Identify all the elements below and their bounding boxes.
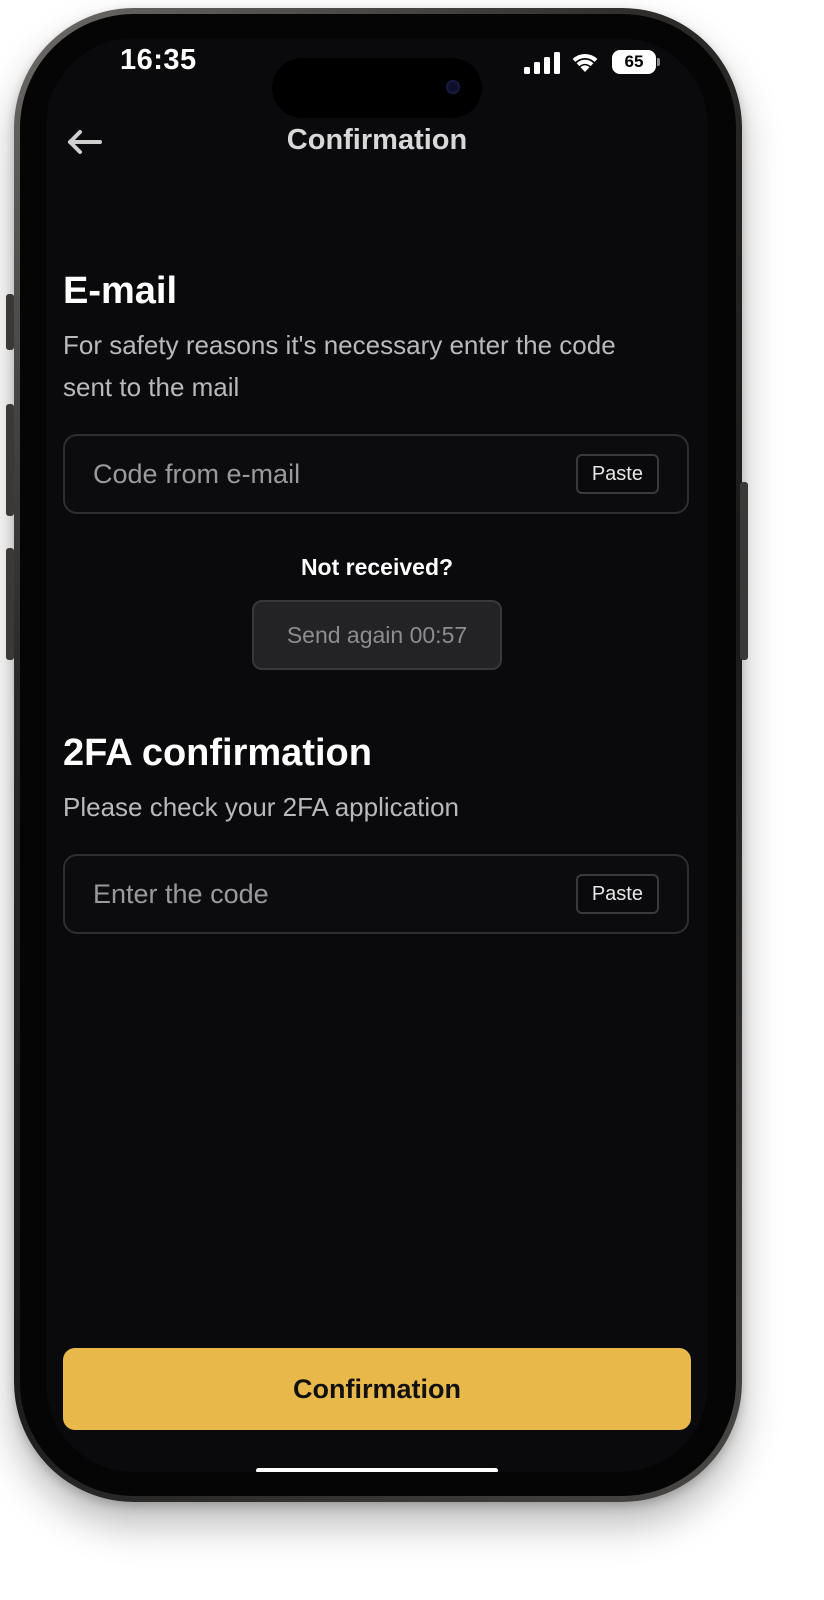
email-section-title: E-mail [63, 270, 178, 312]
email-code-field: Paste [63, 434, 689, 514]
power-button [740, 482, 748, 660]
volume-up-button [6, 404, 14, 516]
twofa-section-title: 2FA confirmation [63, 732, 372, 774]
twofa-code-field: Paste [63, 854, 689, 934]
battery-level: 65 [612, 50, 656, 74]
twofa-paste-button[interactable]: Paste [575, 874, 659, 914]
front-camera-icon [446, 80, 460, 94]
battery-cap [657, 58, 660, 66]
confirmation-button[interactable]: Confirmation [63, 1348, 691, 1430]
wifi-icon [572, 53, 598, 72]
phone-screen: 16:35 65 Confirmation E-mail For safety … [46, 38, 708, 1472]
volume-down-button [6, 548, 14, 660]
twofa-section-description: Please check your 2FA application [63, 792, 460, 822]
twofa-code-input[interactable] [93, 856, 533, 932]
battery-indicator: 65 [612, 50, 660, 74]
status-time: 16:35 [120, 44, 197, 76]
mute-switch [6, 294, 14, 350]
email-section-description: For safety reasons it's necessary enter … [63, 330, 616, 402]
send-again-button[interactable]: Send again 00:57 [252, 600, 502, 670]
not-received-label: Not received? [300, 554, 454, 580]
home-indicator[interactable] [256, 1468, 498, 1472]
cellular-signal-icon [524, 52, 560, 74]
dynamic-island [272, 58, 482, 118]
email-code-input[interactable] [93, 436, 533, 512]
page-title: Confirmation [286, 124, 468, 156]
screenshot-canvas: 16:35 65 Confirmation E-mail For safety … [0, 0, 824, 1600]
email-paste-button[interactable]: Paste [575, 454, 659, 494]
